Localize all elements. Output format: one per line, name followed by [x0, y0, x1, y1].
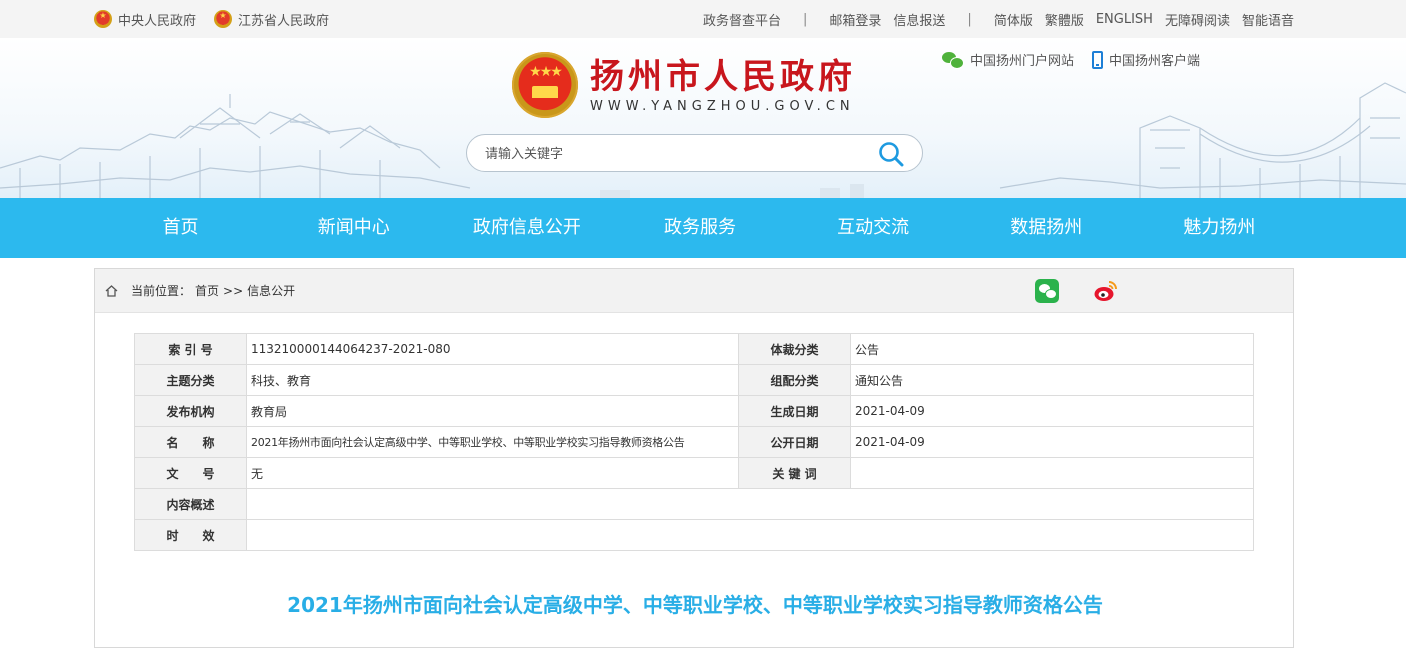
nav-item-services[interactable]: 政务服务 [613, 198, 786, 258]
accessibility-link[interactable]: 无障碍阅读 [1165, 10, 1230, 29]
central-gov-label: 中央人民政府 [118, 13, 197, 29]
table-row: 索 引 号 113210000144064237-2021-080 体裁分类 公… [134, 333, 1254, 365]
wechat-share-icon[interactable] [1035, 279, 1059, 303]
table-row: 名 称 2021年扬州市面向社会认定高级中学、中等职业学校、中等职业学校实习指导… [134, 426, 1254, 458]
mail-login-link[interactable]: 邮箱登录 [829, 10, 881, 29]
portal-site-link[interactable]: 中国扬州门户网站 [942, 50, 1074, 69]
nav-item-data[interactable]: 数据扬州 [960, 198, 1133, 258]
info-report-link[interactable]: 信息报送 [893, 10, 945, 29]
published-label: 公开日期 [738, 426, 851, 458]
top-bar-right: 政务督查平台 | 邮箱登录 信息报送 | 简体版 繁體版 ENGLISH 无障碍… [703, 0, 1294, 38]
name-label: 名 称 [134, 426, 247, 458]
category-label: 组配分类 [738, 364, 851, 396]
wechat-icon [942, 51, 964, 69]
nav-item-news[interactable]: 新闻中心 [267, 198, 440, 258]
jiangsu-gov-label: 江苏省人民政府 [238, 13, 330, 29]
breadcrumb-current[interactable]: 信息公开 [247, 269, 295, 313]
table-row: 主题分类 科技、教育 组配分类 通知公告 [134, 364, 1254, 396]
simplified-link[interactable]: 简体版 [994, 10, 1033, 29]
table-row: 文 号 无 关 键 词 [134, 457, 1254, 489]
name-value: 2021年扬州市面向社会认定高级中学、中等职业学校、中等职业学校实习指导教师资格… [246, 426, 739, 458]
search-box [466, 134, 923, 172]
jiangsu-gov-link[interactable]: 江苏省人民政府 [214, 10, 329, 29]
keyword-label: 关 键 词 [738, 457, 851, 489]
docno-label: 文 号 [134, 457, 247, 489]
portal-links: 中国扬州门户网站 中国扬州客户端 [942, 50, 1200, 69]
client-app-label: 中国扬州客户端 [1109, 54, 1201, 69]
site-logo[interactable]: ★★★ 扬州市人民政府 WWW.YANGZHOU.GOV.CN [512, 52, 856, 118]
nav-item-home[interactable]: 首页 [94, 198, 267, 258]
summary-value [246, 488, 1254, 520]
nav-item-gov-info[interactable]: 政府信息公开 [440, 198, 613, 258]
client-app-link[interactable]: 中国扬州客户端 [1092, 50, 1200, 69]
topic-label: 主题分类 [134, 364, 247, 396]
nav-item-interaction[interactable]: 互动交流 [787, 198, 960, 258]
weibo-share-icon[interactable] [1093, 279, 1119, 303]
mobile-phone-icon [1092, 50, 1104, 69]
english-link[interactable]: ENGLISH [1096, 12, 1153, 27]
table-row: 时 效 [134, 519, 1254, 551]
table-row: 内容概述 [134, 488, 1254, 520]
document-meta-table: 索 引 号 113210000144064237-2021-080 体裁分类 公… [134, 333, 1254, 551]
main-nav: 首页 新闻中心 政府信息公开 政务服务 互动交流 数据扬州 魅力扬州 [0, 198, 1406, 258]
validity-label: 时 效 [134, 519, 247, 551]
breadcrumb-label: 当前位置： [131, 284, 192, 298]
genre-value: 公告 [850, 333, 1254, 365]
org-value: 教育局 [246, 395, 739, 427]
breadcrumb-separator: >> [223, 284, 244, 298]
table-row: 发布机构 教育局 生成日期 2021-04-09 [134, 395, 1254, 427]
home-icon [105, 285, 118, 297]
created-value: 2021-04-09 [850, 395, 1254, 427]
site-title: 扬州市人民政府 [590, 56, 856, 97]
index-value: 113210000144064237-2021-080 [246, 333, 739, 365]
traditional-link[interactable]: 繁體版 [1045, 10, 1084, 29]
search-input[interactable] [485, 143, 865, 165]
search-icon[interactable] [878, 141, 904, 167]
national-emblem-icon: ★★★ [512, 52, 578, 118]
category-value: 通知公告 [850, 364, 1254, 396]
breadcrumb-home-link[interactable]: 首页 [195, 269, 219, 313]
topic-value: 科技、教育 [246, 364, 739, 396]
separator: | [803, 11, 808, 27]
national-emblem-icon [214, 10, 233, 28]
nav-item-charm[interactable]: 魅力扬州 [1133, 198, 1306, 258]
published-value: 2021-04-09 [850, 426, 1254, 458]
top-bar: 中央人民政府 江苏省人民政府 政务督查平台 | 邮箱登录 信息报送 | 简体版 … [0, 0, 1406, 38]
supervision-link[interactable]: 政务督查平台 [703, 10, 781, 29]
validity-value [246, 519, 1254, 551]
logo-text: 扬州市人民政府 WWW.YANGZHOU.GOV.CN [590, 57, 856, 114]
genre-label: 体裁分类 [738, 333, 851, 365]
created-label: 生成日期 [738, 395, 851, 427]
keyword-value [850, 457, 1254, 489]
portal-site-label: 中国扬州门户网站 [970, 54, 1075, 69]
org-label: 发布机构 [134, 395, 247, 427]
breadcrumb-bar: 当前位置： 首页 >> 信息公开 [95, 269, 1293, 313]
docno-value: 无 [246, 457, 739, 489]
content-frame: 当前位置： 首页 >> 信息公开 索 引 号 11321000014406423… [94, 268, 1294, 648]
site-url: WWW.YANGZHOU.GOV.CN [590, 98, 855, 114]
top-bar-left: 中央人民政府 江苏省人民政府 [94, 0, 329, 38]
central-gov-link[interactable]: 中央人民政府 [94, 10, 196, 29]
national-emblem-icon [94, 10, 112, 28]
index-label: 索 引 号 [134, 333, 247, 365]
voice-link[interactable]: 智能语音 [1242, 10, 1294, 29]
article-title: 2021年扬州市面向社会认定高级中学、中等职业学校、中等职业学校实习指导教师资格… [287, 593, 1103, 617]
separator: | [967, 11, 972, 27]
breadcrumb: 当前位置： 首页 >> 信息公开 [131, 269, 295, 313]
header-banner: ★★★ 扬州市人民政府 WWW.YANGZHOU.GOV.CN 中国扬州门户网站… [0, 38, 1406, 198]
summary-label: 内容概述 [134, 488, 247, 520]
